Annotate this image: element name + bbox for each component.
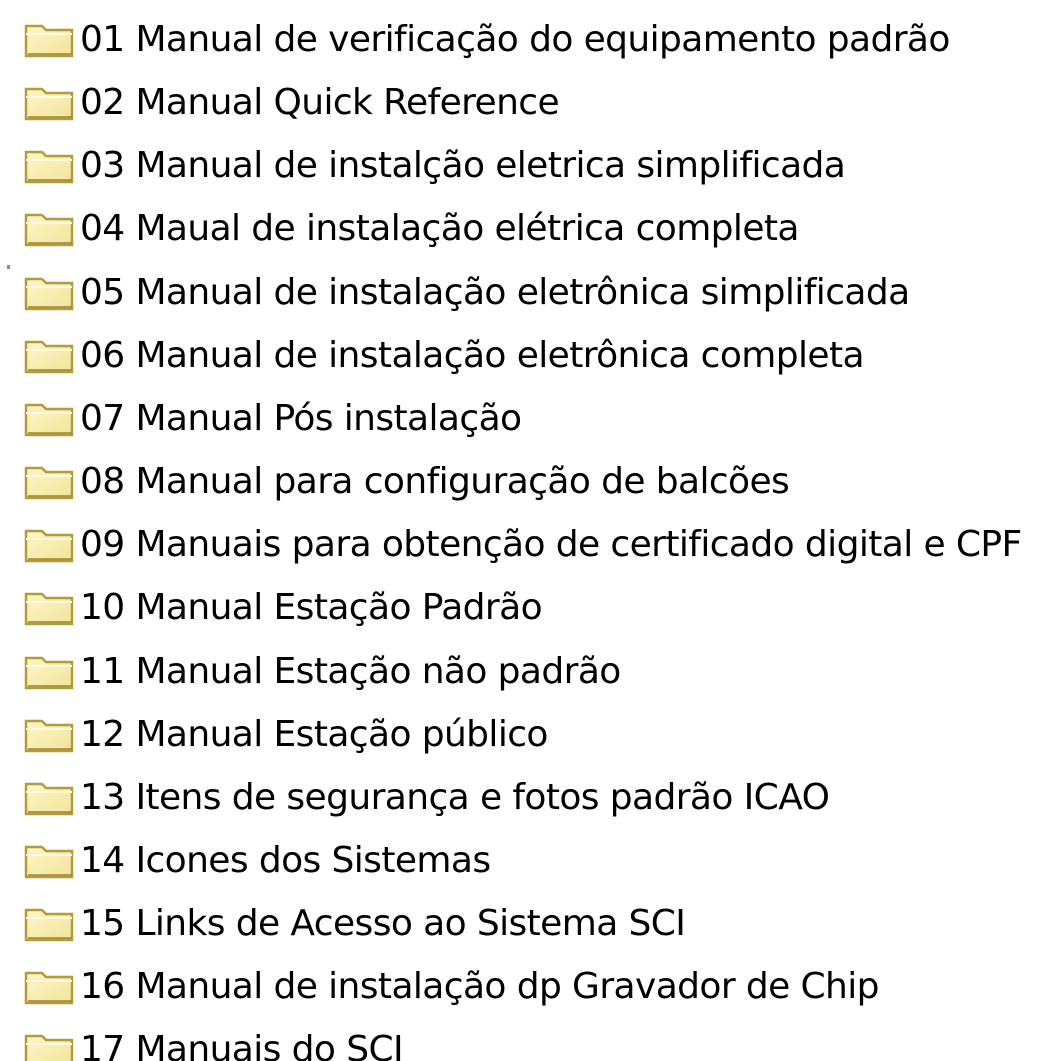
folder-list: 01 Manual de verificação do equipamento … bbox=[0, 0, 1042, 1061]
folder-label: 13 Itens de segurança e fotos padrão ICA… bbox=[80, 777, 830, 818]
folder-icon bbox=[22, 776, 78, 820]
folder-item[interactable]: 08 Manual para configuração de balcões bbox=[22, 460, 790, 504]
folder-icon bbox=[22, 271, 78, 315]
folder-label: 10 Manual Estação Padrão bbox=[80, 587, 543, 628]
folder-icon bbox=[22, 839, 78, 883]
folder-icon bbox=[22, 1028, 78, 1061]
folder-item[interactable]: 12 Manual Estação público bbox=[22, 713, 548, 757]
folder-icon bbox=[22, 397, 78, 441]
folder-icon bbox=[22, 586, 78, 630]
folder-label: 01 Manual de verificação do equipamento … bbox=[80, 19, 950, 60]
folder-icon bbox=[22, 902, 78, 946]
folder-label: 11 Manual Estação não padrão bbox=[80, 651, 621, 692]
folder-item[interactable]: 17 Manuais do SCI bbox=[22, 1028, 404, 1061]
folder-item[interactable]: 09 Manuais para obtenção de certificado … bbox=[22, 523, 1022, 567]
folder-label: 09 Manuais para obtenção de certificado … bbox=[80, 524, 1022, 565]
folder-icon bbox=[22, 81, 78, 125]
folder-item[interactable]: 14 Icones dos Sistemas bbox=[22, 839, 491, 883]
folder-label: 14 Icones dos Sistemas bbox=[80, 840, 491, 881]
folder-icon bbox=[22, 334, 78, 378]
folder-item[interactable]: 10 Manual Estação Padrão bbox=[22, 586, 543, 630]
folder-label: 16 Manual de instalação dp Gravador de C… bbox=[80, 966, 880, 1007]
folder-item[interactable]: 16 Manual de instalação dp Gravador de C… bbox=[22, 965, 880, 1009]
folder-label: 12 Manual Estação público bbox=[80, 714, 548, 755]
folder-item[interactable]: 02 Manual Quick Reference bbox=[22, 81, 560, 125]
folder-item[interactable]: 07 Manual Pós instalação bbox=[22, 397, 522, 441]
folder-item[interactable]: 05 Manual de instalação eletrônica simpl… bbox=[22, 271, 910, 315]
folder-icon bbox=[22, 207, 78, 251]
folder-item[interactable]: 04 Maual de instalação elétrica completa bbox=[22, 207, 799, 251]
folder-label: 06 Manual de instalação eletrônica compl… bbox=[80, 335, 865, 376]
folder-icon bbox=[22, 650, 78, 694]
folder-icon bbox=[22, 144, 78, 188]
folder-label: 04 Maual de instalação elétrica completa bbox=[80, 208, 799, 249]
folder-label: 08 Manual para configuração de balcões bbox=[80, 461, 790, 502]
folder-item[interactable]: 15 Links de Acesso ao Sistema SCI bbox=[22, 902, 686, 946]
folder-label: 17 Manuais do SCI bbox=[80, 1029, 404, 1061]
folder-label: 07 Manual Pós instalação bbox=[80, 398, 522, 439]
folder-item[interactable]: 11 Manual Estação não padrão bbox=[22, 650, 621, 694]
folder-icon bbox=[22, 523, 78, 567]
folder-icon bbox=[22, 18, 78, 62]
folder-item[interactable]: 01 Manual de verificação do equipamento … bbox=[22, 18, 950, 62]
folder-icon bbox=[22, 965, 78, 1009]
folder-label: 02 Manual Quick Reference bbox=[80, 82, 560, 123]
folder-label: 15 Links de Acesso ao Sistema SCI bbox=[80, 903, 686, 944]
folder-item[interactable]: 06 Manual de instalação eletrônica compl… bbox=[22, 334, 865, 378]
folder-item[interactable]: 03 Manual de instalção eletrica simplifi… bbox=[22, 144, 846, 188]
folder-label: 03 Manual de instalção eletrica simplifi… bbox=[80, 145, 846, 186]
folder-label: 05 Manual de instalação eletrônica simpl… bbox=[80, 272, 910, 313]
selection-marker bbox=[7, 265, 10, 269]
folder-icon bbox=[22, 460, 78, 504]
folder-icon bbox=[22, 713, 78, 757]
folder-item[interactable]: 13 Itens de segurança e fotos padrão ICA… bbox=[22, 776, 830, 820]
